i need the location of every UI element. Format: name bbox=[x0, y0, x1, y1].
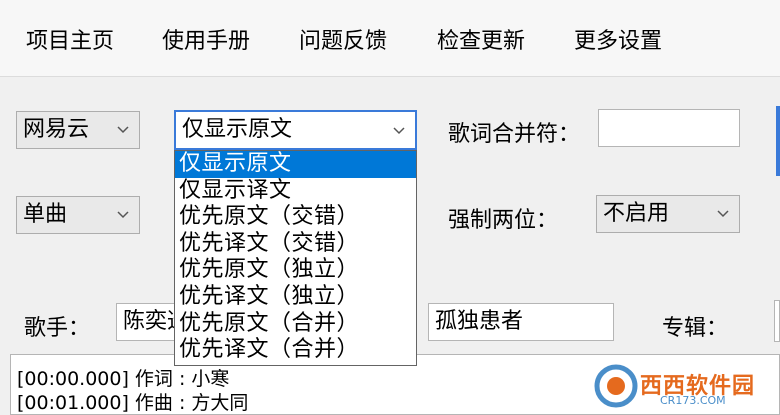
dropdown-option[interactable]: 优先译文（交错） bbox=[175, 231, 416, 258]
menu-project-home[interactable]: 项目主页 bbox=[20, 22, 120, 62]
display-mode-dropdown: 仅显示原文 仅显示译文 优先原文（交错） 优先译文（交错） 优先原文（独立） 优… bbox=[174, 150, 417, 366]
album-label: 专辑： bbox=[662, 316, 729, 341]
merge-char-label: 歌词合并符： bbox=[448, 122, 581, 147]
song-title-input[interactable]: 孤独患者 bbox=[428, 303, 614, 341]
display-mode-select[interactable]: 仅显示原文 bbox=[174, 110, 417, 150]
menu-user-manual[interactable]: 使用手册 bbox=[156, 22, 256, 62]
dropdown-option[interactable]: 仅显示原文 bbox=[175, 151, 416, 178]
watermark-sub: CR173.COM bbox=[660, 394, 726, 407]
dropdown-option[interactable]: 优先译文（独立） bbox=[175, 284, 416, 311]
chevron-down-icon bbox=[717, 210, 729, 218]
menu-bar: 项目主页 使用手册 问题反馈 检查更新 更多设置 bbox=[0, 0, 780, 77]
menu-check-update[interactable]: 检查更新 bbox=[431, 22, 531, 62]
menu-feedback[interactable]: 问题反馈 bbox=[293, 22, 393, 62]
chevron-down-icon bbox=[117, 126, 129, 134]
dropdown-option[interactable]: 优先原文（独立） bbox=[175, 257, 416, 284]
force-two-digit-select[interactable]: 不启用 bbox=[596, 195, 740, 233]
type-select-value: 单曲 bbox=[23, 202, 68, 227]
edge-button[interactable] bbox=[776, 106, 780, 176]
album-input[interactable] bbox=[774, 300, 780, 342]
source-select-value: 网易云 bbox=[23, 117, 90, 142]
singer-label: 歌手： bbox=[24, 316, 91, 341]
source-select[interactable]: 网易云 bbox=[16, 111, 140, 149]
force-two-digit-value: 不启用 bbox=[603, 201, 670, 226]
watermark-logo: 西西软件园 CR173.COM bbox=[590, 362, 770, 410]
display-mode-value: 仅显示原文 bbox=[182, 117, 293, 142]
chevron-down-icon bbox=[393, 127, 405, 135]
menu-more-settings[interactable]: 更多设置 bbox=[568, 22, 668, 62]
dropdown-option[interactable]: 优先原文（合并） bbox=[175, 311, 416, 338]
chevron-down-icon bbox=[117, 211, 129, 219]
force-two-digit-label: 强制两位： bbox=[448, 208, 559, 233]
merge-char-input[interactable] bbox=[598, 109, 740, 147]
dropdown-option[interactable]: 优先原文（交错） bbox=[175, 204, 416, 231]
watermark-icon bbox=[594, 364, 638, 408]
dropdown-option[interactable]: 仅显示译文 bbox=[175, 178, 416, 205]
type-select[interactable]: 单曲 bbox=[16, 196, 140, 234]
dropdown-option[interactable]: 优先译文（合并） bbox=[175, 337, 416, 364]
